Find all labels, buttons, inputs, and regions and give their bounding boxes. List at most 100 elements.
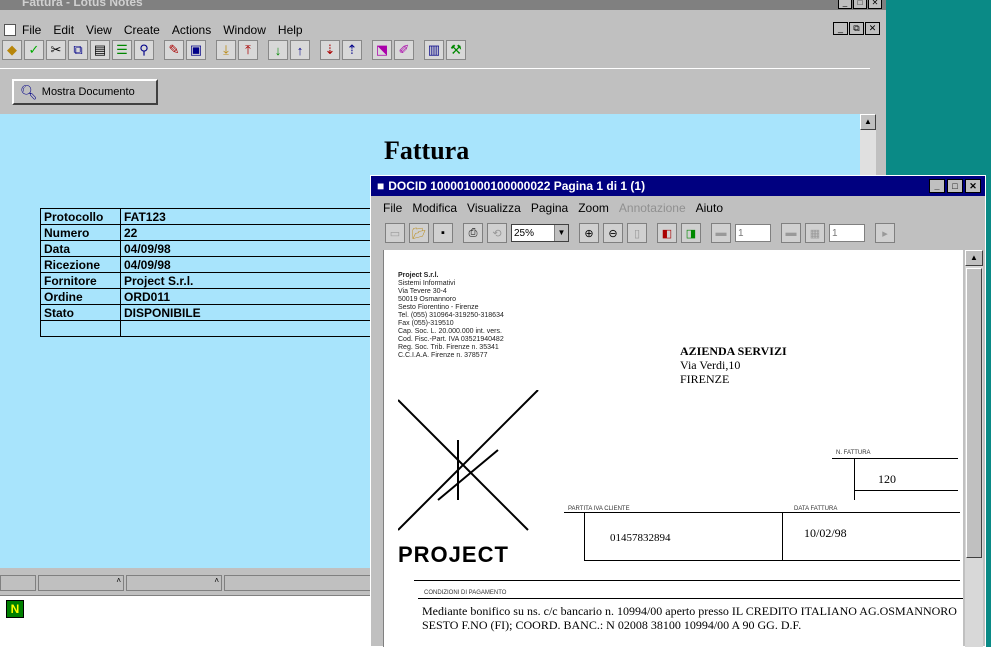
move-up-icon[interactable]: ⤒ [238,40,258,60]
arrow-down-icon[interactable]: ↓ [268,40,288,60]
unread-down-icon[interactable]: ⇣ [320,40,340,60]
sender-line: Sesto Fiorentino - Firenze [398,304,479,311]
field-label [40,320,121,337]
status-cell[interactable] [224,575,374,591]
viewer-menu-pagina[interactable]: Pagina [531,201,568,215]
save-icon[interactable]: ▪ [433,223,453,243]
viewer-menu-aiuto[interactable]: Aiuto [696,201,723,215]
menu-create[interactable]: Create [124,23,160,37]
viewer-maximize-button[interactable]: □ [947,179,963,193]
goto-page-icon: ▦ [805,223,825,243]
menu-actions[interactable]: Actions [172,23,211,37]
tag-icon[interactable]: ✐ [394,40,414,60]
viewer-menu-visualizza[interactable]: Visualizza [467,201,521,215]
layout-icon[interactable]: ☰ [112,40,132,60]
paste-icon[interactable]: ▤ [90,40,110,60]
status-cell[interactable] [0,575,36,591]
scroll-up-arrow-icon[interactable]: ▲ [965,250,983,266]
field-value[interactable]: DISPONIBILE [120,304,380,321]
viewer-scrollbar[interactable]: ▲ [965,250,983,647]
divider [414,580,960,581]
field-label: Data [40,240,121,257]
field-label: Ordine [40,288,121,305]
next-page-icon[interactable]: ◨ [681,223,701,243]
invoice-date-label: DATA FATTURA [794,506,838,512]
recipient-block: AZIENDA SERVIZI Via Verdi,10 FIRENZE [680,344,787,386]
table-row: Fornitore Project S.r.l. [40,272,380,289]
payment-label: CONDIZIONI DI PAGAMENTO [424,590,507,596]
close-button[interactable]: ✕ [868,0,882,9]
zoom-select[interactable]: 25% ▼ [511,224,569,242]
document-icon[interactable] [4,24,16,36]
save-smarticon-icon[interactable]: ◆ [2,40,22,60]
invoice-number-label: N. FATTURA [836,450,871,456]
field-value[interactable]: FAT123 [120,208,380,225]
arrow-up-icon[interactable]: ↑ [290,40,310,60]
window-icon[interactable]: ▣ [186,40,206,60]
previous-page-icon[interactable]: ◧ [657,223,677,243]
field-value[interactable]: Project S.r.l. [120,272,380,289]
smarticons-toolbar: ◆ ✓ ✂ ⧉ ▤ ☰ ⚲ ✎ ▣ ⤓ ⤒ ↓ ↑ ⇣ ⇡ ⬔ ✐ ▥ ⚒ [0,38,886,62]
menu-help[interactable]: Help [278,23,303,37]
sender-line: Cod. Fisc.-Part. IVA 03521940482 [398,336,504,343]
move-down-icon[interactable]: ⤓ [216,40,236,60]
unread-up-icon[interactable]: ⇡ [342,40,362,60]
mostra-documento-button[interactable]: 🔍︎ Mostra Documento [12,79,158,105]
field-value[interactable]: ORD011 [120,288,380,305]
notes-app-icon[interactable]: N [6,600,24,618]
chart-icon[interactable]: ▥ [424,40,444,60]
menu-window[interactable]: Window [223,23,266,37]
page-count-input[interactable]: 1 [829,224,865,242]
action-bar: 🔍︎ Mostra Documento [0,68,870,112]
zoom-value: 25% [514,227,535,239]
cut-icon[interactable]: ✂ [46,40,66,60]
doc-restore-button[interactable]: ⧉ [849,22,864,35]
viewer-title: DOCID 100001000100000022 Pagina 1 di 1 (… [388,179,646,193]
tools-icon[interactable]: ⚒ [446,40,466,60]
field-value[interactable] [120,320,380,337]
divider [854,458,855,500]
menu-file[interactable]: File [22,23,41,37]
table-row: Ricezione 04/09/98 [40,256,380,273]
doc-minimize-button[interactable]: _ [833,22,848,35]
sender-line: Via Tevere 30-4 [398,288,447,295]
viewer-close-button[interactable]: ✕ [965,179,981,193]
field-value[interactable]: 04/09/98 [120,240,380,257]
menu-view[interactable]: View [86,23,112,37]
status-cell[interactable]: ˄ [38,575,124,591]
scroll-up-arrow-icon[interactable]: ▲ [860,114,876,130]
minimize-button[interactable]: _ [838,0,852,9]
field-value[interactable]: 22 [120,224,380,241]
open-folder-icon[interactable]: 📂︎ [409,223,429,243]
navigate-icon[interactable]: ⬔ [372,40,392,60]
viewer-menu-modifica[interactable]: Modifica [412,201,457,215]
viewer-minimize-button[interactable]: _ [929,179,945,193]
preview-pane: N [0,595,380,647]
sender-line: Fax (055)-319510 [398,320,454,327]
check-smarticon-icon[interactable]: ✓ [24,40,44,60]
viewer-menu-zoom[interactable]: Zoom [578,201,609,215]
scroll-thumb[interactable] [966,268,982,558]
table-row [40,320,380,337]
maximize-button[interactable]: □ [853,0,867,9]
viewer-titlebar[interactable]: ■ DOCID 100001000100000022 Pagina 1 di 1… [371,176,985,196]
page-number-input[interactable]: 1 [735,224,771,242]
first-page-icon: ▬ [711,223,731,243]
edit-pen-icon[interactable]: ✎ [164,40,184,60]
viewer-app-icon: ■ [377,179,385,193]
copy-icon[interactable]: ⧉ [68,40,88,60]
link-icon[interactable]: ⚲ [134,40,154,60]
field-label: Numero [40,224,121,241]
viewer-menu-file[interactable]: File [383,201,402,215]
go-icon: ▸ [875,223,895,243]
main-titlebar[interactable]: Fattura - Lotus Notes _ □ ✕ [0,0,886,10]
doc-close-button[interactable]: ✕ [865,22,880,35]
menu-edit[interactable]: Edit [53,23,74,37]
print-icon[interactable]: ⎙ [463,223,483,243]
form-title: Fattura [384,136,470,165]
zoom-in-icon[interactable]: ⊕ [579,223,599,243]
field-value[interactable]: 04/09/98 [120,256,380,273]
chevron-down-icon[interactable]: ▼ [554,225,568,241]
status-cell[interactable]: ˄ [126,575,222,591]
zoom-out-icon[interactable]: ⊖ [603,223,623,243]
